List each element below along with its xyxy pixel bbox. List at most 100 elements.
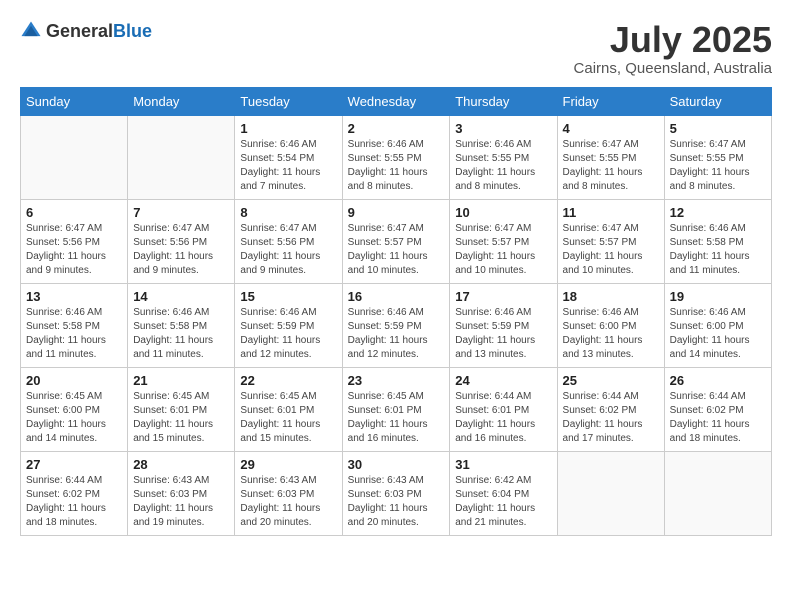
calendar-cell: 11 Sunrise: 6:47 AM Sunset: 5:57 PM Dayli… — [557, 199, 664, 283]
logo-general-text: General — [46, 21, 113, 41]
day-info: Sunrise: 6:46 AM Sunset: 5:55 PM Dayligh… — [455, 138, 551, 194]
day-number: 8 — [240, 205, 336, 220]
day-info: Sunrise: 6:44 AM Sunset: 6:02 PM Dayligh… — [26, 474, 122, 530]
day-number: 31 — [455, 457, 551, 472]
calendar-header-tuesday: Tuesday — [235, 87, 342, 115]
day-info: Sunrise: 6:45 AM Sunset: 6:00 PM Dayligh… — [26, 390, 122, 446]
logo-blue-text: Blue — [113, 21, 152, 41]
day-number: 20 — [26, 373, 122, 388]
day-number: 25 — [563, 373, 659, 388]
day-number: 4 — [563, 121, 659, 136]
calendar-week-row: 6 Sunrise: 6:47 AM Sunset: 5:56 PM Daylig… — [21, 199, 772, 283]
day-number: 27 — [26, 457, 122, 472]
day-info: Sunrise: 6:47 AM Sunset: 5:57 PM Dayligh… — [563, 222, 659, 278]
calendar-cell: 22 Sunrise: 6:45 AM Sunset: 6:01 PM Dayli… — [235, 367, 342, 451]
calendar-cell: 17 Sunrise: 6:46 AM Sunset: 5:59 PM Dayli… — [450, 283, 557, 367]
calendar-header-wednesday: Wednesday — [342, 87, 450, 115]
day-number: 22 — [240, 373, 336, 388]
calendar-cell: 19Sunrise: 6:46 AM Sunset: 6:00 PM Dayli… — [664, 283, 771, 367]
day-info: Sunrise: 6:43 AM Sunset: 6:03 PM Dayligh… — [240, 474, 336, 530]
day-info: Sunrise: 6:46 AM Sunset: 5:59 PM Dayligh… — [240, 306, 336, 362]
day-number: 16 — [348, 289, 445, 304]
calendar-cell: 29Sunrise: 6:43 AM Sunset: 6:03 PM Dayli… — [235, 451, 342, 535]
day-info: Sunrise: 6:46 AM Sunset: 5:54 PM Dayligh… — [240, 138, 336, 194]
day-number: 3 — [455, 121, 551, 136]
calendar-cell: 30Sunrise: 6:43 AM Sunset: 6:03 PM Dayli… — [342, 451, 450, 535]
day-number: 26 — [670, 373, 766, 388]
calendar-cell: 20 Sunrise: 6:45 AM Sunset: 6:00 PM Dayli… — [21, 367, 128, 451]
calendar-cell: 16 Sunrise: 6:46 AM Sunset: 5:59 PM Dayli… — [342, 283, 450, 367]
calendar-cell: 5 Sunrise: 6:47 AM Sunset: 5:55 PM Daylig… — [664, 115, 771, 199]
day-number: 5 — [670, 121, 766, 136]
calendar-cell: 2 Sunrise: 6:46 AM Sunset: 5:55 PM Daylig… — [342, 115, 450, 199]
day-number: 7 — [133, 205, 229, 220]
calendar-cell: 4Sunrise: 6:47 AM Sunset: 5:55 PM Daylig… — [557, 115, 664, 199]
day-number: 24 — [455, 373, 551, 388]
day-info: Sunrise: 6:42 AM Sunset: 6:04 PM Dayligh… — [455, 474, 551, 530]
day-number: 1 — [240, 121, 336, 136]
day-info: Sunrise: 6:47 AM Sunset: 5:56 PM Dayligh… — [133, 222, 229, 278]
day-info: Sunrise: 6:45 AM Sunset: 6:01 PM Dayligh… — [133, 390, 229, 446]
location-title: Cairns, Queensland, Australia — [574, 60, 772, 77]
calendar-cell: 27 Sunrise: 6:44 AM Sunset: 6:02 PM Dayli… — [21, 451, 128, 535]
calendar-cell: 1 Sunrise: 6:46 AM Sunset: 5:54 PM Daylig… — [235, 115, 342, 199]
logo: GeneralBlue — [20, 20, 152, 42]
calendar-header-thursday: Thursday — [450, 87, 557, 115]
calendar-cell — [557, 451, 664, 535]
logo-icon — [20, 20, 42, 42]
calendar-cell: 23 Sunrise: 6:45 AM Sunset: 6:01 PM Dayli… — [342, 367, 450, 451]
calendar-header-sunday: Sunday — [21, 87, 128, 115]
calendar-cell: 7 Sunrise: 6:47 AM Sunset: 5:56 PM Daylig… — [128, 199, 235, 283]
day-info: Sunrise: 6:47 AM Sunset: 5:56 PM Dayligh… — [26, 222, 122, 278]
day-info: Sunrise: 6:44 AM Sunset: 6:02 PM Dayligh… — [670, 390, 766, 446]
calendar-cell: 8 Sunrise: 6:47 AM Sunset: 5:56 PM Daylig… — [235, 199, 342, 283]
day-info: Sunrise: 6:47 AM Sunset: 5:56 PM Dayligh… — [240, 222, 336, 278]
month-title: July 2025 — [574, 20, 772, 60]
calendar-cell: 21 Sunrise: 6:45 AM Sunset: 6:01 PM Dayli… — [128, 367, 235, 451]
calendar-cell: 15 Sunrise: 6:46 AM Sunset: 5:59 PM Dayli… — [235, 283, 342, 367]
day-info: Sunrise: 6:47 AM Sunset: 5:55 PM Dayligh… — [670, 138, 766, 194]
calendar-header-friday: Friday — [557, 87, 664, 115]
calendar-cell: 24Sunrise: 6:44 AM Sunset: 6:01 PM Dayli… — [450, 367, 557, 451]
calendar-cell: 18Sunrise: 6:46 AM Sunset: 6:00 PM Dayli… — [557, 283, 664, 367]
day-info: Sunrise: 6:46 AM Sunset: 5:59 PM Dayligh… — [348, 306, 445, 362]
calendar-week-row: 20 Sunrise: 6:45 AM Sunset: 6:00 PM Dayli… — [21, 367, 772, 451]
calendar-cell: 13 Sunrise: 6:46 AM Sunset: 5:58 PM Dayli… — [21, 283, 128, 367]
day-number: 18 — [563, 289, 659, 304]
calendar-week-row: 1 Sunrise: 6:46 AM Sunset: 5:54 PM Daylig… — [21, 115, 772, 199]
day-number: 10 — [455, 205, 551, 220]
calendar-week-row: 27 Sunrise: 6:44 AM Sunset: 6:02 PM Dayli… — [21, 451, 772, 535]
day-info: Sunrise: 6:47 AM Sunset: 5:57 PM Dayligh… — [455, 222, 551, 278]
day-number: 28 — [133, 457, 229, 472]
day-number: 14 — [133, 289, 229, 304]
day-info: Sunrise: 6:43 AM Sunset: 6:03 PM Dayligh… — [133, 474, 229, 530]
day-number: 6 — [26, 205, 122, 220]
page-header: GeneralBlue July 2025 Cairns, Queensland… — [20, 20, 772, 77]
calendar-cell: 3 Sunrise: 6:46 AM Sunset: 5:55 PM Daylig… — [450, 115, 557, 199]
day-number: 21 — [133, 373, 229, 388]
calendar-cell: 31 Sunrise: 6:42 AM Sunset: 6:04 PM Dayli… — [450, 451, 557, 535]
day-number: 30 — [348, 457, 445, 472]
day-number: 13 — [26, 289, 122, 304]
day-number: 23 — [348, 373, 445, 388]
day-number: 15 — [240, 289, 336, 304]
day-info: Sunrise: 6:46 AM Sunset: 5:55 PM Dayligh… — [348, 138, 445, 194]
day-info: Sunrise: 6:44 AM Sunset: 6:02 PM Dayligh… — [563, 390, 659, 446]
day-info: Sunrise: 6:45 AM Sunset: 6:01 PM Dayligh… — [240, 390, 336, 446]
calendar-cell: 28 Sunrise: 6:43 AM Sunset: 6:03 PM Dayli… — [128, 451, 235, 535]
calendar-header-monday: Monday — [128, 87, 235, 115]
day-info: Sunrise: 6:46 AM Sunset: 5:59 PM Dayligh… — [455, 306, 551, 362]
day-info: Sunrise: 6:47 AM Sunset: 5:57 PM Dayligh… — [348, 222, 445, 278]
day-number: 11 — [563, 205, 659, 220]
day-number: 17 — [455, 289, 551, 304]
day-info: Sunrise: 6:46 AM Sunset: 5:58 PM Dayligh… — [26, 306, 122, 362]
calendar-cell: 10 Sunrise: 6:47 AM Sunset: 5:57 PM Dayli… — [450, 199, 557, 283]
day-info: Sunrise: 6:46 AM Sunset: 5:58 PM Dayligh… — [133, 306, 229, 362]
day-number: 2 — [348, 121, 445, 136]
day-info: Sunrise: 6:45 AM Sunset: 6:01 PM Dayligh… — [348, 390, 445, 446]
calendar-header-saturday: Saturday — [664, 87, 771, 115]
calendar-cell — [21, 115, 128, 199]
calendar-cell: 26 Sunrise: 6:44 AM Sunset: 6:02 PM Dayli… — [664, 367, 771, 451]
title-block: July 2025 Cairns, Queensland, Australia — [574, 20, 772, 77]
day-number: 19 — [670, 289, 766, 304]
